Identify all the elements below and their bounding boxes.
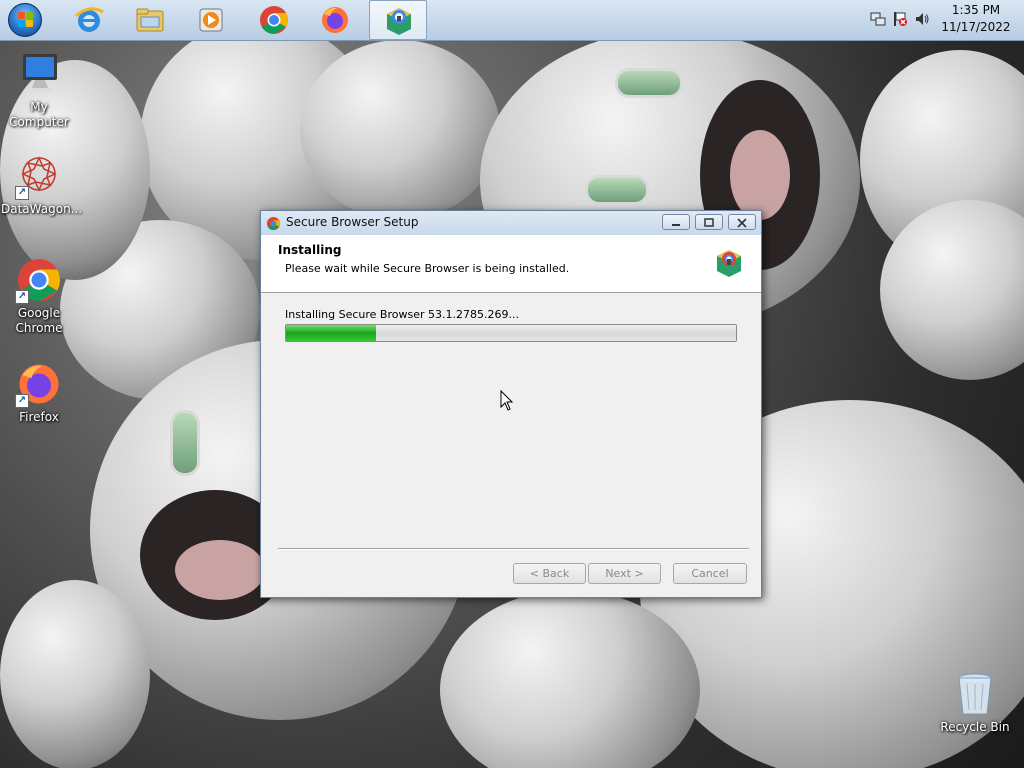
desktop-icon-label: DataWagon... [1,202,83,216]
taskbar: 1:35 PM 11/17/2022 [0,0,1024,41]
maximize-icon [704,218,714,227]
taskbar-secure-browser[interactable] [369,0,427,40]
back-button[interactable]: < Back [513,563,586,584]
windows-logo-icon [8,3,42,37]
clock-time: 1:35 PM [951,3,1001,17]
close-icon [737,218,747,228]
mouse-cursor-icon [500,390,514,411]
windows-explorer-icon [136,8,164,32]
system-tray: 1:35 PM 11/17/2022 [864,0,1024,40]
recycle-bin-icon [958,673,992,715]
header-title: Installing [278,243,342,257]
dialog-header: Installing Please wait while Secure Brow… [261,235,761,293]
chrome-icon [260,6,288,34]
desktop-icon-datawagon[interactable]: ↗ DataWagon... [1,152,83,217]
minimize-icon [672,224,680,226]
start-button[interactable] [4,2,44,38]
desktop-icon-label: Recycle Bin [940,720,1010,734]
computer-icon [23,54,57,92]
desktop-icon-my-computer[interactable]: My Computer [1,50,77,130]
next-button[interactable]: Next > [588,563,661,584]
dialog-titlebar[interactable]: Secure Browser Setup [261,211,761,235]
maximize-button[interactable] [695,214,723,230]
secure-browser-logo-icon [717,250,741,277]
dialog-title: Secure Browser Setup [286,215,419,229]
desktop-icon-firefox[interactable]: ↗ Firefox [1,360,77,425]
desktop-icon-label: My Computer [9,100,69,129]
volume-icon[interactable] [914,11,930,27]
shortcut-arrow-icon: ↗ [15,394,29,408]
media-player-icon [199,8,223,32]
taskbar-firefox[interactable] [306,0,364,40]
clock[interactable]: 1:35 PM 11/17/2022 [936,2,1016,36]
install-status-text: Installing Secure Browser 53.1.2785.269.… [285,308,519,321]
desktop-icon-label: Firefox [19,410,59,424]
secure-browser-icon [387,8,411,35]
button-divider [278,548,749,550]
install-progress-bar [285,324,737,342]
taskbar-internet-explorer[interactable] [60,0,118,40]
cancel-button[interactable]: Cancel [673,563,747,584]
header-subtitle: Please wait while Secure Browser is bein… [285,262,570,275]
firefox-icon [322,7,348,33]
taskbar-chrome[interactable] [245,0,303,40]
taskbar-media-player[interactable] [182,0,240,40]
close-button[interactable] [728,214,756,230]
internet-explorer-icon [74,7,104,32]
progress-fill [286,325,376,341]
action-center-flag-icon[interactable] [892,11,908,27]
shortcut-arrow-icon: ↗ [15,290,29,304]
taskbar-windows-explorer[interactable] [121,0,179,40]
desktop-icon-label: Google Chrome [15,306,63,335]
shortcut-arrow-icon: ↗ [15,186,29,200]
desktop-icon-recycle-bin[interactable]: Recycle Bin [937,670,1013,735]
secure-browser-icon [266,216,281,231]
network-icon[interactable] [870,11,886,27]
desktop-icon-google-chrome[interactable]: ↗ Google Chrome [1,256,77,336]
clock-date: 11/17/2022 [941,20,1011,34]
minimize-button[interactable] [662,214,690,230]
